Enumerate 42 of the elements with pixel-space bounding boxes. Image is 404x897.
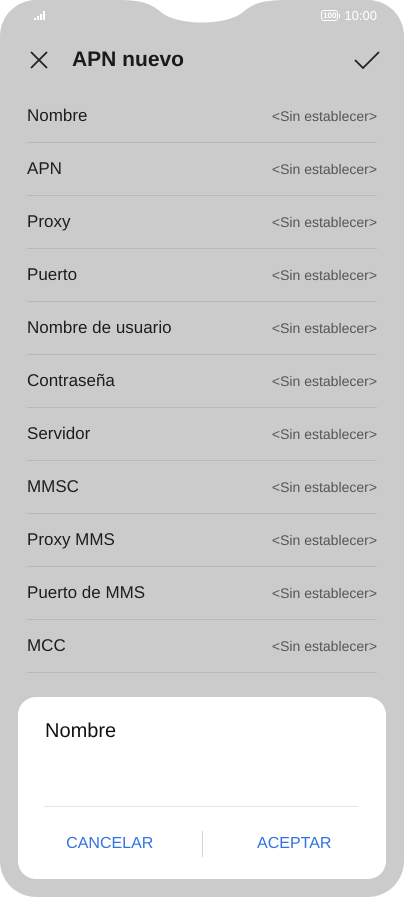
settings-row[interactable]: Puerto de MMS <Sin establecer> bbox=[27, 567, 377, 620]
setting-label: Contraseña bbox=[27, 371, 115, 391]
setting-label: APN bbox=[27, 159, 62, 179]
settings-row[interactable]: Puerto <Sin establecer> bbox=[27, 249, 377, 302]
setting-value: <Sin establecer> bbox=[272, 214, 377, 230]
settings-row[interactable]: Proxy <Sin establecer> bbox=[27, 196, 377, 249]
settings-row[interactable]: MMSC <Sin establecer> bbox=[27, 461, 377, 514]
settings-row[interactable]: Contraseña <Sin establecer> bbox=[27, 355, 377, 408]
setting-value: <Sin establecer> bbox=[272, 585, 377, 601]
setting-label: Nombre de usuario bbox=[27, 318, 172, 338]
close-icon bbox=[30, 51, 48, 69]
setting-value: <Sin establecer> bbox=[272, 108, 377, 124]
setting-label: MMSC bbox=[27, 477, 79, 497]
checkmark-icon bbox=[354, 50, 380, 70]
setting-value: <Sin establecer> bbox=[272, 426, 377, 442]
setting-label: Nombre bbox=[27, 106, 88, 126]
cancel-button[interactable]: CANCELAR bbox=[18, 824, 202, 864]
signal-icon bbox=[34, 10, 47, 20]
settings-row[interactable]: APN <Sin establecer> bbox=[27, 143, 377, 196]
settings-row[interactable]: Servidor <Sin establecer> bbox=[27, 408, 377, 461]
setting-value: <Sin establecer> bbox=[272, 373, 377, 389]
setting-value: <Sin establecer> bbox=[272, 161, 377, 177]
setting-value: <Sin establecer> bbox=[272, 479, 377, 495]
settings-row[interactable]: Nombre de usuario <Sin establecer> bbox=[27, 302, 377, 355]
settings-row[interactable]: Proxy MMS <Sin establecer> bbox=[27, 514, 377, 567]
settings-row[interactable]: MCC <Sin establecer> bbox=[27, 620, 377, 673]
setting-value: <Sin establecer> bbox=[272, 320, 377, 336]
setting-label: MCC bbox=[27, 636, 66, 656]
screen-title: APN nuevo bbox=[72, 48, 186, 72]
accept-button[interactable]: ACEPTAR bbox=[202, 824, 386, 864]
setting-value: <Sin establecer> bbox=[272, 267, 377, 283]
setting-label: Proxy bbox=[27, 212, 70, 232]
setting-value: <Sin establecer> bbox=[272, 638, 377, 654]
setting-label: Puerto bbox=[27, 265, 78, 285]
confirm-button[interactable] bbox=[354, 50, 380, 70]
close-button[interactable] bbox=[30, 51, 48, 69]
settings-row[interactable]: Nombre <Sin establecer> bbox=[27, 90, 377, 143]
setting-label: Proxy MMS bbox=[27, 530, 115, 550]
setting-value: <Sin establecer> bbox=[272, 532, 377, 548]
setting-label: Servidor bbox=[27, 424, 90, 444]
dialog-title: Nombre bbox=[44, 719, 118, 744]
setting-label: Puerto de MMS bbox=[27, 583, 146, 603]
